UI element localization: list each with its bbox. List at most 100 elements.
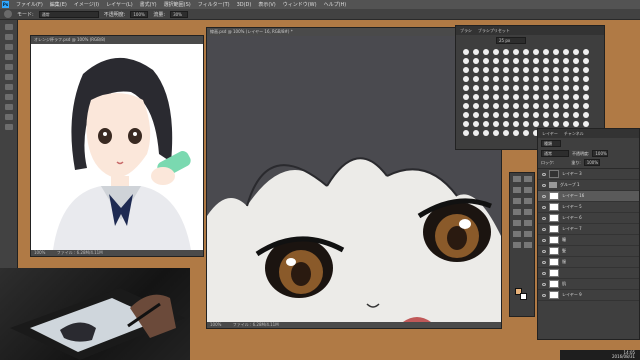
brush-preset[interactable] <box>523 130 529 136</box>
brush-preset[interactable] <box>473 67 479 73</box>
brush-preset[interactable] <box>573 49 579 55</box>
brush-preset[interactable] <box>463 121 469 127</box>
brush-preset[interactable] <box>513 58 519 64</box>
brush-preset[interactable] <box>583 112 589 118</box>
brush-preset[interactable] <box>523 112 529 118</box>
brush-preset[interactable] <box>503 58 509 64</box>
tab-layers[interactable]: レイヤー <box>542 131 558 136</box>
brush-preset[interactable] <box>503 49 509 55</box>
layer-row[interactable]: レイヤー 9 <box>538 290 639 301</box>
zoom-tool-icon[interactable] <box>4 124 13 130</box>
layer-row[interactable] <box>538 268 639 279</box>
smudge-tool-icon[interactable] <box>524 220 532 226</box>
layer-row[interactable]: レイヤー 6 <box>538 213 639 224</box>
brush-preset[interactable] <box>563 67 569 73</box>
brush-preset[interactable] <box>533 85 539 91</box>
layer-row[interactable]: 髪 <box>538 246 639 257</box>
brush-preset[interactable] <box>573 112 579 118</box>
brush-preset[interactable] <box>553 112 559 118</box>
menu-filter[interactable]: フィルター(T) <box>198 1 230 8</box>
brush-preset[interactable] <box>473 58 479 64</box>
mode-select[interactable]: 通常 <box>38 10 99 18</box>
layer-row[interactable]: レイヤー 5 <box>538 202 639 213</box>
brush-preset[interactable] <box>483 130 489 136</box>
brush-preset[interactable] <box>493 121 499 127</box>
brush-preset[interactable] <box>543 76 549 82</box>
brush-preset[interactable] <box>583 58 589 64</box>
menu-3d[interactable]: 3D(D) <box>237 2 252 8</box>
reference-document-tab[interactable]: オレンジ杯ラフ.psd @ 100% (RGB/8) <box>31 36 203 44</box>
slice-tool-icon[interactable] <box>524 242 532 248</box>
brush-preset[interactable] <box>463 130 469 136</box>
brush-tool-icon[interactable] <box>4 74 13 80</box>
reference-document-window[interactable]: オレンジ杯ラフ.psd @ 100% (RGB/8) 100% ファイル : 6… <box>30 35 204 257</box>
layer-row[interactable]: レイヤー 16 <box>538 191 639 202</box>
brush-preset[interactable] <box>553 85 559 91</box>
brush-preset[interactable] <box>493 67 499 73</box>
layer-row[interactable]: 肌 <box>538 279 639 290</box>
brush-preset[interactable] <box>543 121 549 127</box>
brush-preset[interactable] <box>493 103 499 109</box>
brush-preset[interactable] <box>473 85 479 91</box>
brush-preset[interactable] <box>493 58 499 64</box>
brush-tool-icon[interactable] <box>4 10 12 18</box>
brush-preset[interactable] <box>553 94 559 100</box>
brush-preset[interactable] <box>533 76 539 82</box>
eye-icon[interactable] <box>542 172 546 176</box>
brush-preset[interactable] <box>573 76 579 82</box>
brush-preset[interactable] <box>533 121 539 127</box>
brush-preset[interactable] <box>563 121 569 127</box>
brush-preset[interactable] <box>473 49 479 55</box>
layer-opacity-field[interactable]: 100% <box>592 150 609 157</box>
photoshop-logo-icon[interactable]: Ps <box>2 1 9 8</box>
brush-preset[interactable] <box>513 76 519 82</box>
menu-type[interactable]: 書式(Y) <box>140 1 157 8</box>
background-color-swatch[interactable] <box>520 293 527 300</box>
brush-preset[interactable] <box>573 121 579 127</box>
menu-layer[interactable]: レイヤー(L) <box>106 1 133 8</box>
brush-preset[interactable] <box>533 103 539 109</box>
brush-preset[interactable] <box>533 49 539 55</box>
brush-preset[interactable] <box>513 94 519 100</box>
dodge-tool-icon[interactable] <box>524 198 532 204</box>
eye-icon[interactable] <box>542 249 546 253</box>
magic-wand-icon[interactable] <box>513 242 521 248</box>
brush-preset[interactable] <box>493 112 499 118</box>
brush-preset[interactable] <box>503 94 509 100</box>
brush-preset[interactable] <box>513 85 519 91</box>
brush-preset[interactable] <box>563 103 569 109</box>
brush-preset[interactable] <box>523 76 529 82</box>
reference-zoom[interactable]: 100% <box>34 250 45 255</box>
spot-heal-icon[interactable] <box>513 231 521 237</box>
layer-row[interactable]: レイヤー 3 <box>538 169 639 180</box>
layer-row[interactable]: 瞳 <box>538 235 639 246</box>
brush-preset[interactable] <box>563 58 569 64</box>
flow-field[interactable]: 30% <box>170 10 189 18</box>
brush-preset[interactable] <box>493 94 499 100</box>
brush-preset[interactable] <box>573 94 579 100</box>
clone-tool-icon[interactable] <box>513 209 521 215</box>
brush-preset[interactable] <box>513 112 519 118</box>
brush-preset[interactable] <box>503 67 509 73</box>
brush-preset[interactable] <box>493 130 499 136</box>
brush-preset[interactable] <box>553 76 559 82</box>
layer-blend-select[interactable]: 通常 <box>541 150 569 157</box>
brush-preset[interactable] <box>503 103 509 109</box>
layer-kind-select[interactable]: 種類 <box>541 140 561 147</box>
brush-preset[interactable] <box>493 85 499 91</box>
layer-row[interactable]: グループ 1 <box>538 180 639 191</box>
tab-channels[interactable]: チャンネル <box>564 131 584 136</box>
brush-preset[interactable] <box>543 112 549 118</box>
brush-preset[interactable] <box>463 94 469 100</box>
marquee-tool-icon[interactable] <box>4 34 13 40</box>
quick-select-icon[interactable] <box>524 231 532 237</box>
brush-preset[interactable] <box>483 103 489 109</box>
blur-tool-icon[interactable] <box>513 198 521 204</box>
tab-brush[interactable]: ブラシ <box>460 28 472 33</box>
opacity-field[interactable]: 100% <box>130 10 149 18</box>
brush-preset[interactable] <box>473 121 479 127</box>
eyedropper-tool-icon[interactable] <box>4 64 13 70</box>
shape-tool-icon[interactable] <box>524 187 532 193</box>
brush-preset[interactable] <box>473 76 479 82</box>
brush-preset[interactable] <box>523 103 529 109</box>
